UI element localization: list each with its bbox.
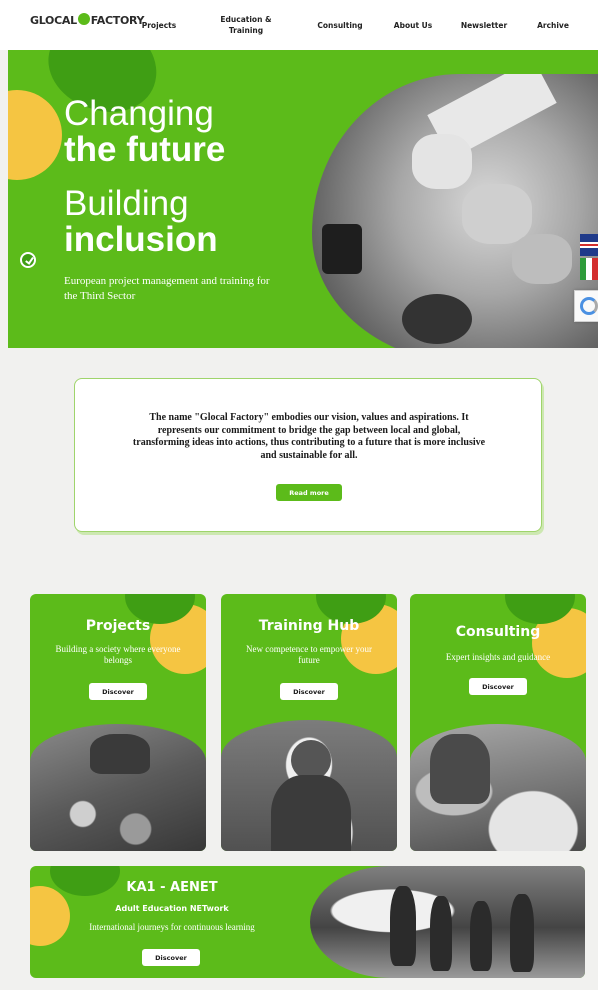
read-more-button[interactable]: Read more [276, 484, 342, 501]
card-subtitle: New competence to empower your future [246, 644, 372, 665]
card-photo-consulting [410, 724, 586, 851]
banner-tagline: International journeys for continuous le… [89, 922, 255, 932]
banner-photo-hikers [310, 866, 585, 978]
decorative-gear-yellow [30, 886, 70, 946]
photo-hiker-shape [430, 896, 452, 971]
discover-button[interactable]: Discover [89, 683, 147, 700]
discover-button[interactable]: Discover [280, 683, 338, 700]
nav-consulting[interactable]: Consulting [312, 0, 368, 50]
intro-box: The name "Glocal Factory" embodies our v… [74, 378, 542, 532]
photo-hiker-shape [470, 901, 492, 971]
card-projects[interactable]: Projects Building a society where everyo… [30, 594, 206, 851]
discover-button[interactable]: Discover [142, 949, 200, 966]
card-subtitle: Expert insights and guidance [445, 652, 551, 662]
logo-text-left: GLOCAL [30, 14, 77, 27]
card-consulting[interactable]: Consulting Expert insights and guidance … [410, 594, 586, 851]
logo-ampersand-icon [77, 12, 90, 25]
hero-heading-line4: inclusion [64, 220, 218, 259]
card-photo-puzzle [30, 724, 206, 851]
card-title: Training Hub [258, 618, 360, 634]
card-training-hub[interactable]: Training Hub New competence to empower y… [221, 594, 397, 851]
card-title: Consulting [455, 624, 541, 640]
nav-about-us[interactable]: About Us [390, 0, 436, 50]
italy-flag-icon[interactable] [580, 258, 598, 280]
glocal-factory-logo[interactable]: GLOCAL FACTORY [30, 12, 145, 27]
clock-check-icon[interactable] [20, 252, 36, 268]
ka1-aenet-banner[interactable]: KA1 - AENET Adult Education NETwork Inte… [30, 866, 585, 978]
discover-button[interactable]: Discover [469, 678, 527, 695]
banner-subtitle: Adult Education NETwork [115, 904, 229, 913]
card-photo-student [221, 720, 397, 851]
top-navigation: GLOCAL FACTORY Projects Education & Trai… [0, 0, 598, 50]
hero-heading-line2: the future [64, 130, 226, 169]
photo-hiker-shape [510, 894, 534, 972]
photo-fist-shape [412, 134, 472, 189]
nav-archive[interactable]: Archive [532, 0, 574, 50]
hero-photo-hands [312, 74, 598, 348]
photo-hand-shape [90, 734, 150, 774]
card-title: Projects [85, 618, 151, 634]
photo-fist-shape [462, 184, 532, 244]
nav-education-training[interactable]: Education & Training [212, 0, 280, 50]
hero-section: Changing the future Building inclusion E… [8, 50, 598, 348]
hero-heading-line3: Building [64, 184, 189, 223]
card-subtitle: Building a society where everyone belong… [55, 644, 181, 665]
photo-head-shape [291, 740, 331, 780]
hero-subtitle: European project management and training… [64, 275, 270, 302]
uk-flag-icon[interactable] [580, 234, 598, 256]
nav-newsletter[interactable]: Newsletter [456, 0, 512, 50]
logo-text-right: FACTORY [90, 14, 145, 27]
photo-phone-shape [322, 224, 362, 274]
photo-hiker-shape [390, 886, 416, 966]
photo-body-shape [271, 775, 351, 851]
hero-heading-line1: Changing [64, 94, 214, 133]
intro-text: The name "Glocal Factory" embodies our v… [132, 412, 486, 461]
decorative-gear-yellow [8, 90, 62, 180]
banner-title: KA1 - AENET [126, 880, 218, 895]
photo-fist-shape [512, 234, 572, 284]
recaptcha-icon[interactable] [574, 290, 598, 322]
photo-plant-shape [402, 294, 472, 344]
photo-person-shape [430, 734, 490, 804]
nav-projects[interactable]: Projects [138, 0, 180, 50]
